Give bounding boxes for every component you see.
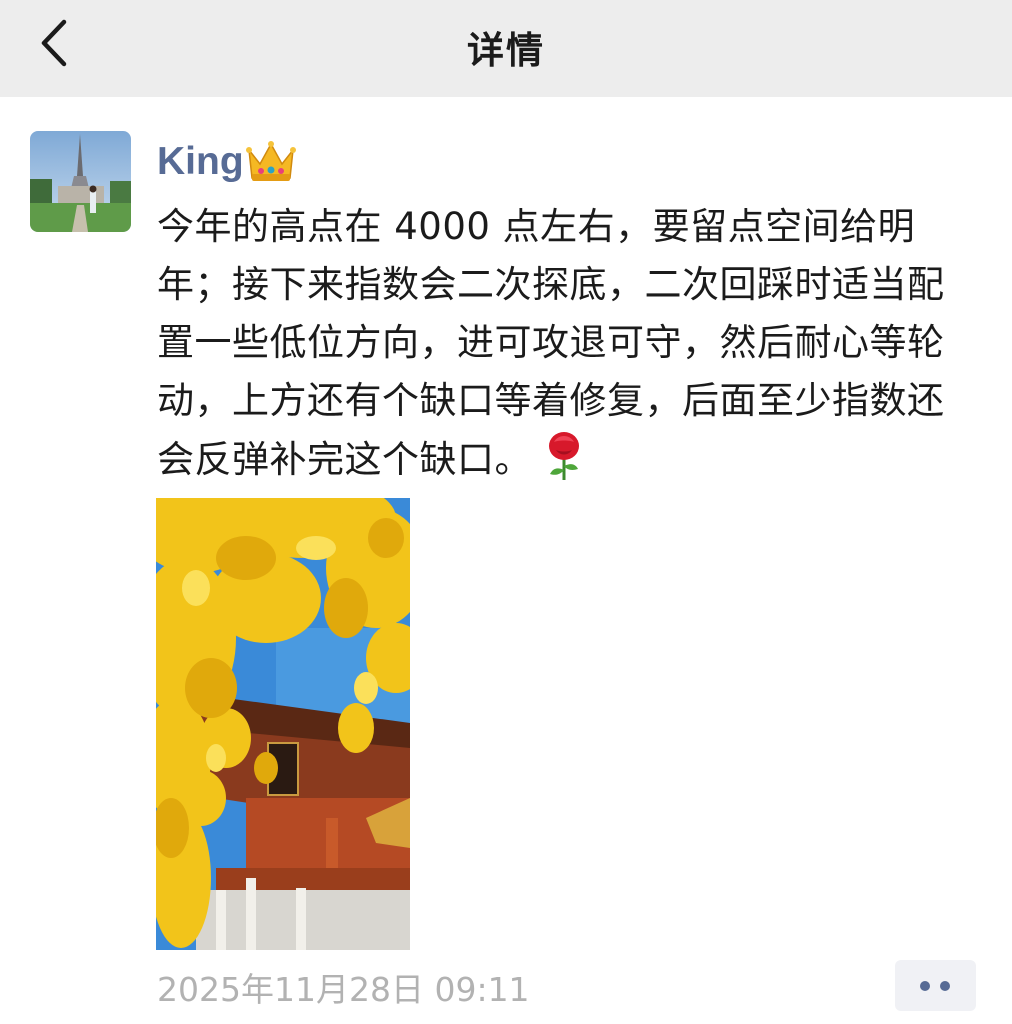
crown-icon <box>245 141 296 181</box>
author-name[interactable]: King <box>157 140 244 184</box>
page-title: 详情 <box>467 29 545 72</box>
post-photo[interactable] <box>156 498 410 950</box>
photo-image <box>156 498 410 950</box>
more-dot-left <box>920 981 930 991</box>
rose-icon <box>549 432 579 480</box>
avatar[interactable] <box>30 131 131 232</box>
post-timestamp: 2025年11月28日 09:11 <box>157 970 530 1009</box>
author-row: King <box>157 134 296 190</box>
more-dot-right <box>940 981 950 991</box>
more-button[interactable] <box>895 960 976 1011</box>
post-text: 今年的高点在 4000 点左右，要留点空间给明年；接下来指数会二次探底，二次回踩… <box>157 198 977 489</box>
nav-header: 详情 <box>0 0 1012 97</box>
avatar-image <box>30 131 131 232</box>
